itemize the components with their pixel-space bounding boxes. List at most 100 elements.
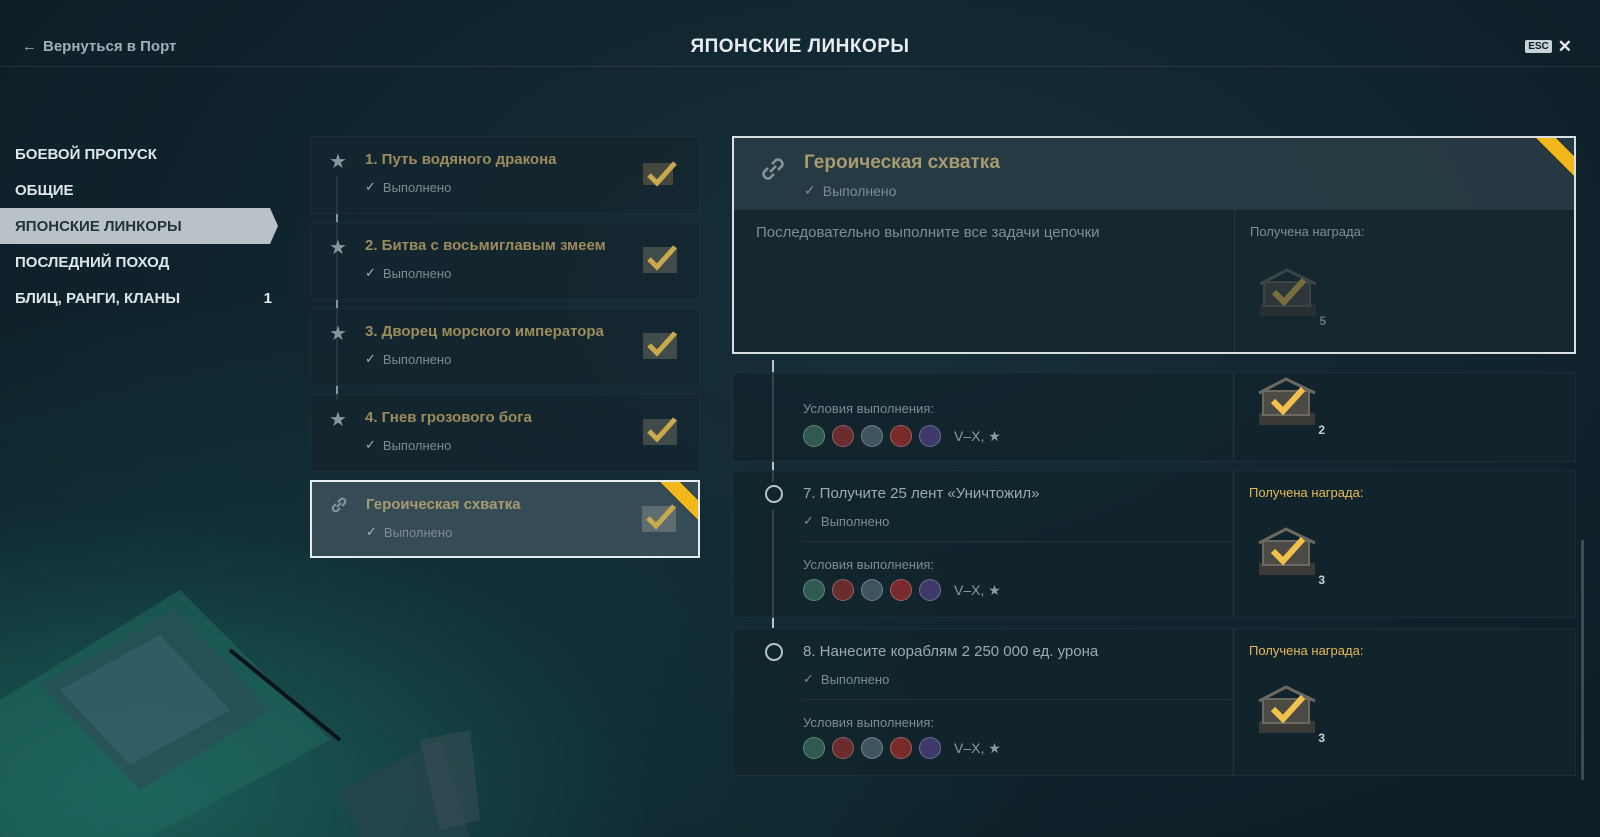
- completed-ribbon: [1528, 138, 1574, 184]
- star-icon: ★: [329, 323, 347, 345]
- tier-range: V–X, ★: [954, 581, 1001, 598]
- mission-status: ✓ Выполнено: [365, 437, 451, 453]
- nation-china-icon: [890, 737, 912, 759]
- mission-badge-icon: [643, 331, 677, 359]
- nation-europe-icon: [919, 579, 941, 601]
- task-status: ✓ Выполнено: [803, 513, 889, 529]
- mission-status: ✓ Выполнено: [365, 179, 451, 195]
- task-name: 7. Получите 25 лент «Уничтожил»: [803, 485, 1040, 502]
- sidebar-item-blitz-ranks-clans[interactable]: БЛИЦ, РАНГИ, КЛАНЫ 1: [0, 280, 290, 316]
- reward-count: 3: [1318, 731, 1325, 745]
- star-icon: ★: [329, 237, 347, 259]
- mission-card-selected[interactable]: Героическая схватка ✓ Выполнено: [310, 480, 700, 558]
- category-sidebar: БОЕВОЙ ПРОПУСК ОБЩИЕ ЯПОНСКИЕ ЛИНКОРЫ ПО…: [0, 136, 290, 316]
- reward-count: 3: [1318, 573, 1325, 587]
- divider: [803, 541, 1231, 542]
- tier-range: V–X, ★: [954, 739, 1001, 756]
- divider: [1234, 210, 1235, 352]
- sidebar-item-last-voyage[interactable]: ПОСЛЕДНИЙ ПОХОД: [0, 244, 290, 280]
- check-icon: ✓: [365, 437, 376, 452]
- desk-illustration: [0, 590, 480, 837]
- mission-name: 3. Дворец морского императора: [365, 323, 604, 340]
- reward-container-icon: 3: [1253, 523, 1327, 587]
- divider: [1233, 629, 1234, 775]
- task-row: 7. Получите 25 лент «Уничтожил» ✓ Выполн…: [732, 470, 1576, 618]
- mission-status-text: Выполнено: [382, 179, 452, 195]
- mission-badge-icon: [643, 245, 677, 273]
- page-title: ЯПОНСКИЕ ЛИНКОРЫ: [690, 36, 910, 57]
- check-icon: ✓: [366, 524, 377, 539]
- mission-card[interactable]: ★ 3. Дворец морского императора ✓ Выполн…: [310, 308, 700, 386]
- sidebar-item-japanese-battleships[interactable]: ЯПОНСКИЕ ЛИНКОРЫ: [0, 208, 278, 244]
- sidebar-item-general[interactable]: ОБЩИЕ: [0, 172, 290, 208]
- check-icon: ✓: [803, 513, 814, 528]
- check-icon: ✓: [803, 671, 814, 686]
- tier-range: V–X, ★: [954, 427, 1001, 444]
- mission-name: 4. Гнев грозового бога: [365, 409, 532, 426]
- sidebar-item-count: 1: [263, 289, 272, 307]
- nation-japan-icon: [803, 737, 825, 759]
- sidebar-item-label: ПОСЛЕДНИЙ ПОХОД: [15, 253, 170, 271]
- mission-badge-icon: [643, 161, 677, 187]
- reward-label: Получена награда:: [1250, 224, 1365, 239]
- mission-name: 2. Битва с восьмиглавым змеем: [365, 237, 606, 254]
- star-icon: ★: [329, 151, 347, 173]
- mission-card[interactable]: ★ 4. Гнев грозового бога ✓ Выполнено: [310, 394, 700, 472]
- sidebar-item-label: ОБЩИЕ: [15, 181, 74, 199]
- divider: [1233, 471, 1234, 617]
- check-icon: ✓: [365, 351, 376, 366]
- conditions-label: Условия выполнения:: [803, 557, 934, 572]
- mission-card[interactable]: ★ 2. Битва с восьмиглавым змеем ✓ Выполн…: [310, 222, 700, 300]
- close-icon: ✕: [1557, 37, 1572, 56]
- task-status: ✓ Выполнено: [803, 671, 889, 687]
- detail-status: ✓ Выполнено: [804, 182, 896, 199]
- mission-status-text: Выполнено: [383, 524, 453, 540]
- nation-europe-icon: [919, 737, 941, 759]
- reward-label: Получена награда:: [1249, 643, 1364, 658]
- top-bar: ← Вернуться в Порт ЯПОНСКИЕ ЛИНКОРЫ ESC …: [0, 0, 1600, 67]
- check-icon: ✓: [365, 265, 376, 280]
- task-status-text: Выполнено: [820, 671, 890, 687]
- sidebar-item-label: ЯПОНСКИЕ ЛИНКОРЫ: [15, 217, 182, 235]
- check-icon: ✓: [365, 179, 376, 194]
- task-status-circle-icon: [765, 643, 783, 661]
- mission-card[interactable]: ★ 1. Путь водяного дракона ✓ Выполнено: [310, 136, 700, 214]
- mission-status-text: Выполнено: [382, 351, 452, 367]
- conditions-label: Условия выполнения:: [803, 715, 934, 730]
- mission-detail-panel: Героическая схватка ✓ Выполнено Последов…: [732, 136, 1576, 354]
- detail-description: Последовательно выполните все задачи цеп…: [756, 224, 1100, 241]
- esc-key-hint: ESC: [1525, 40, 1552, 53]
- reward-container-icon: 3: [1253, 681, 1327, 745]
- close-button[interactable]: ESC ✕: [1525, 38, 1572, 55]
- nation-europe-icon: [919, 425, 941, 447]
- nation-japan-icon: [803, 579, 825, 601]
- task-status-text: Выполнено: [820, 513, 890, 529]
- nation-china-icon: [890, 579, 912, 601]
- mission-name: Героическая схватка: [366, 496, 521, 513]
- reward-count: 5: [1319, 314, 1326, 328]
- nation-filter-row: V–X, ★: [803, 737, 1001, 759]
- nation-filter-row: V–X, ★: [803, 425, 1001, 447]
- completed-ribbon: [652, 482, 698, 528]
- detail-header: [734, 138, 1574, 210]
- reward-count: 2: [1318, 423, 1325, 437]
- nation-usa-icon: [861, 579, 883, 601]
- mission-status-text: Выполнено: [382, 437, 452, 453]
- nation-usa-icon: [861, 737, 883, 759]
- task-row: 8. Нанесите кораблям 2 250 000 ед. урона…: [732, 628, 1576, 776]
- mission-badge-icon: [643, 417, 677, 445]
- link-icon: [331, 497, 347, 513]
- sidebar-item-battle-pass[interactable]: БОЕВОЙ ПРОПУСК: [0, 136, 290, 172]
- divider: [1233, 373, 1234, 461]
- link-icon: [762, 158, 784, 180]
- mission-status: ✓ Выполнено: [365, 351, 451, 367]
- sidebar-item-label: БОЕВОЙ ПРОПУСК: [15, 145, 157, 163]
- nation-usa-icon: [861, 425, 883, 447]
- reward-container-icon: 2: [1253, 373, 1327, 437]
- reward-label: Получена награда:: [1249, 485, 1364, 500]
- mission-status: ✓ Выполнено: [365, 265, 451, 281]
- scrollbar[interactable]: [1581, 540, 1584, 780]
- nation-filter-row: V–X, ★: [803, 579, 1001, 601]
- mission-status-text: Выполнено: [382, 265, 452, 281]
- mission-list: ★ 1. Путь водяного дракона ✓ Выполнено ★…: [310, 136, 700, 566]
